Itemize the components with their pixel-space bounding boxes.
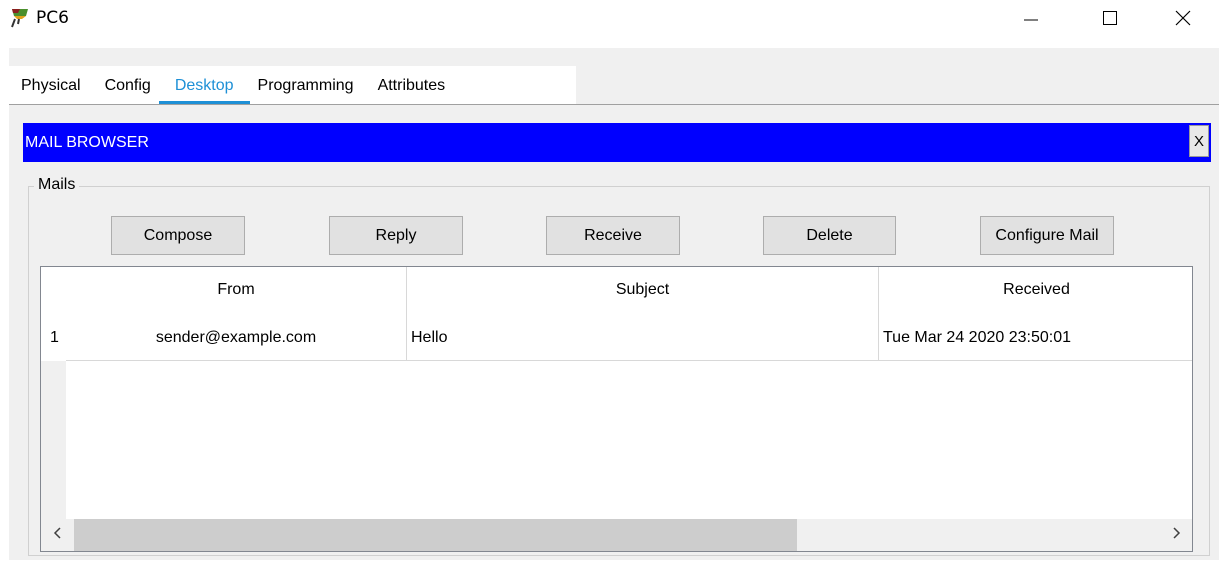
scroll-right-button[interactable] <box>1161 519 1191 551</box>
tab-bar: Physical Config Desktop Programming Attr… <box>9 66 576 104</box>
configure-mail-button[interactable]: Configure Mail <box>980 216 1114 255</box>
maximize-button[interactable] <box>1087 0 1133 40</box>
mail-table: From Subject Received 1 sender@example.c… <box>40 266 1193 552</box>
row-header-gutter <box>41 361 66 519</box>
scroll-left-button[interactable] <box>43 519 73 551</box>
row-index: 1 <box>50 329 59 346</box>
chevron-right-icon <box>1170 526 1182 545</box>
column-divider <box>406 267 407 361</box>
receive-button[interactable]: Receive <box>546 216 680 255</box>
cell-subject: Hello <box>411 329 448 346</box>
window-title: PC6 <box>36 8 69 28</box>
tab-programming[interactable]: Programming <box>246 66 366 104</box>
tab-config[interactable]: Config <box>93 66 163 104</box>
column-divider <box>878 267 879 361</box>
chevron-left-icon <box>52 526 64 545</box>
mails-group-label: Mails <box>34 176 80 194</box>
column-header-from[interactable]: From <box>66 267 406 314</box>
minimize-button[interactable] <box>1008 0 1054 40</box>
reply-button[interactable]: Reply <box>329 216 463 255</box>
minimize-icon <box>1021 8 1041 33</box>
column-header-received[interactable]: Received <box>879 267 1192 314</box>
packet-tracer-pc-icon <box>9 7 31 29</box>
tab-desktop[interactable]: Desktop <box>158 66 250 104</box>
tab-attributes[interactable]: Attributes <box>366 66 458 104</box>
cell-received: Tue Mar 24 2020 23:50:01 <box>883 329 1071 346</box>
scrollbar-thumb[interactable] <box>74 519 797 551</box>
maximize-icon <box>1100 8 1120 33</box>
mail-browser-header: MAIL BROWSER X <box>23 123 1211 162</box>
cell-from: sender@example.com <box>155 329 317 346</box>
mail-browser-close-button[interactable]: X <box>1189 125 1209 157</box>
horizontal-scrollbar[interactable] <box>41 519 1192 551</box>
compose-button[interactable]: Compose <box>111 216 245 255</box>
close-icon <box>1173 8 1193 33</box>
column-header-subject[interactable]: Subject <box>407 267 878 314</box>
tab-physical[interactable]: Physical <box>9 66 93 104</box>
delete-button[interactable]: Delete <box>763 216 896 255</box>
mail-browser-title: MAIL BROWSER <box>25 134 149 151</box>
window-titlebar: PC6 <box>0 0 1219 48</box>
tab-divider <box>9 104 1219 105</box>
window-close-button[interactable] <box>1160 0 1206 40</box>
